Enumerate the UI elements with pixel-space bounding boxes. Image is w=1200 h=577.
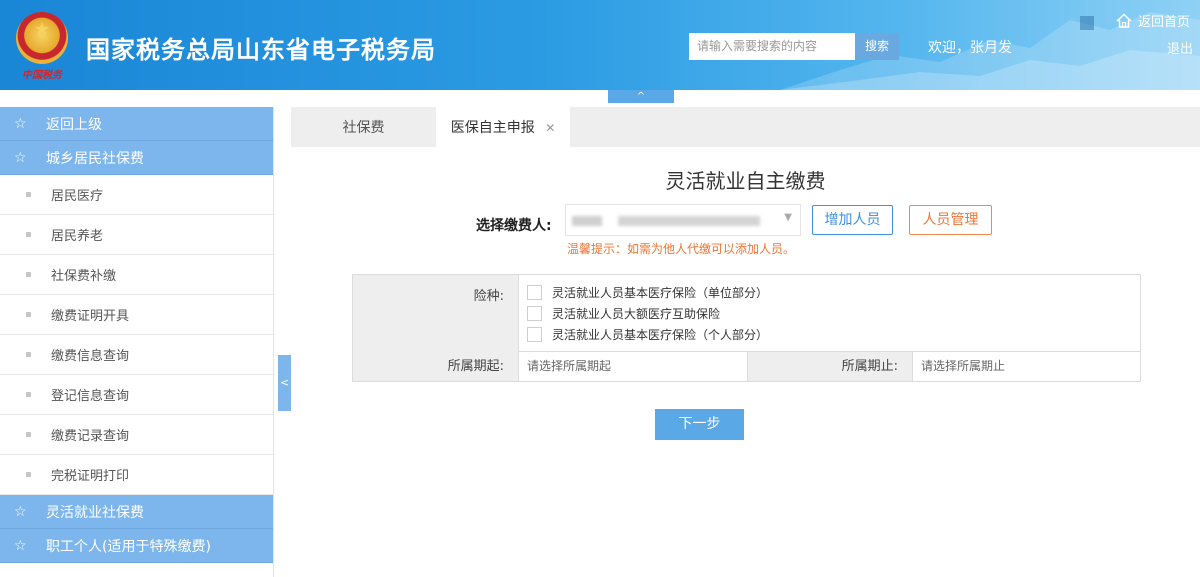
sidebar-group-label: 城乡居民社保费 — [46, 150, 144, 167]
home-icon — [1116, 13, 1132, 28]
sidebar-group-urban-rural[interactable]: ☆ 城乡居民社保费 — [0, 141, 273, 175]
bullet-icon — [26, 232, 31, 237]
sidebar-group-employee-individual[interactable]: ☆ 职工个人(适用于特殊缴费) — [0, 529, 273, 563]
sidebar-item-label: 缴费信息查询 — [51, 349, 130, 364]
period-row: 所属期起: 请选择所属期起 所属期止: 请选择所属期止 — [353, 352, 1140, 381]
tab-bar: 社保费 医保自主申报 ✕ — [291, 107, 1200, 147]
sidebar-item-tax-certificate-print[interactable]: 完税证明打印 — [0, 455, 273, 495]
tab-label: 社保费 — [342, 120, 385, 136]
insurance-option-label: 灵活就业人员基本医疗保险（个人部分） — [552, 327, 769, 342]
home-link-label: 返回首页 — [1138, 15, 1191, 30]
logout-link[interactable]: 退出 — [1167, 38, 1193, 57]
sidebar-back-label: 返回上级 — [46, 116, 102, 133]
hint-text: 温馨提示：如需为他人代缴可以添加人员。 — [567, 242, 796, 256]
sidebar-item-label: 社保费补缴 — [51, 269, 117, 284]
sidebar-item-label: 缴费记录查询 — [51, 429, 130, 444]
star-icon: ☆ — [14, 115, 27, 132]
insurance-option-major-medical[interactable]: 灵活就业人员大额医疗互助保险 — [527, 304, 720, 322]
payer-select[interactable]: ▼ — [565, 204, 801, 236]
bullet-icon — [26, 192, 31, 197]
checkbox[interactable] — [527, 305, 542, 321]
sidebar-item-label: 完税证明打印 — [51, 469, 130, 484]
tab-social-security[interactable]: 社保费 — [291, 107, 436, 147]
sidebar-group-flexible-employment[interactable]: ☆ 灵活就业社保费 — [0, 495, 273, 529]
insurance-option-label: 灵活就业人员基本医疗保险（单位部分） — [552, 285, 769, 300]
close-icon[interactable]: ✕ — [545, 121, 555, 135]
insurance-option-label: 灵活就业人员大额医疗互助保险 — [552, 306, 721, 321]
site-title: 国家税务总局山东省电子税务局 — [86, 36, 436, 64]
sidebar-back-button[interactable]: ☆ 返回上级 — [0, 107, 273, 141]
insurance-type-row: 险种: 灵活就业人员基本医疗保险（单位部分） 灵活就业人员大额医疗互助保险 灵活… — [353, 275, 1140, 352]
next-step-button[interactable]: 下一步 — [655, 409, 744, 440]
redacted-payer-name — [572, 216, 602, 226]
sidebar-group-label: 职工个人(适用于特殊缴费) — [46, 538, 211, 555]
bullet-icon — [26, 272, 31, 277]
chevron-down-icon: ▼ — [784, 212, 792, 223]
add-person-button[interactable]: 增加人员 — [812, 205, 893, 235]
search-button[interactable]: 搜索 — [855, 33, 899, 60]
home-link[interactable]: 返回首页 — [1116, 11, 1190, 30]
brand-sign: 中国税务 — [22, 70, 62, 81]
bullet-icon — [26, 432, 31, 437]
insurance-option-personal-basic[interactable]: 灵活就业人员基本医疗保险（个人部分） — [527, 325, 768, 343]
insurance-form-table: 险种: 灵活就业人员基本医疗保险（单位部分） 灵活就业人员大额医疗互助保险 灵活… — [352, 274, 1141, 382]
sidebar-item-resident-medical[interactable]: 居民医疗 — [0, 175, 273, 215]
star-icon: ☆ — [14, 503, 27, 520]
sidebar-item-payment-certificate[interactable]: 缴费证明开具 — [0, 295, 273, 335]
star-icon: ☆ — [14, 149, 27, 166]
bullet-icon — [26, 352, 31, 357]
period-end-label: 所属期止: — [747, 352, 913, 381]
bullet-icon — [26, 392, 31, 397]
sidebar: ☆ 返回上级 ☆ 城乡居民社保费 居民医疗 居民养老 社保费补缴 缴费证明开具 … — [0, 107, 274, 577]
star-icon: ☆ — [14, 537, 27, 554]
checkbox[interactable] — [527, 284, 542, 300]
page-title: 灵活就业自主缴费 — [665, 169, 826, 193]
sidebar-collapse-toggle[interactable]: < — [278, 355, 291, 411]
tax-emblem-icon: ★ — [16, 12, 68, 64]
payer-label: 选择缴费人: — [476, 218, 552, 234]
sidebar-item-resident-pension[interactable]: 居民养老 — [0, 215, 273, 255]
search-input[interactable]: 请输入需要搜索的内容 — [689, 33, 855, 60]
sidebar-group-label: 灵活就业社保费 — [46, 504, 144, 521]
manage-persons-button[interactable]: 人员管理 — [909, 205, 992, 235]
period-end-input[interactable]: 请选择所属期止 — [913, 352, 1140, 381]
period-start-label: 所属期起: — [353, 352, 519, 381]
sidebar-item-label: 居民医疗 — [51, 189, 104, 204]
redacted-payer-id — [618, 216, 760, 226]
checkbox[interactable] — [527, 326, 542, 342]
sidebar-item-label: 居民养老 — [51, 229, 104, 244]
sidebar-item-supplementary-payment[interactable]: 社保费补缴 — [0, 255, 273, 295]
welcome-text: 欢迎，张月发 — [928, 40, 1012, 56]
sidebar-item-payment-info-query[interactable]: 缴费信息查询 — [0, 335, 273, 375]
sidebar-item-payment-record-query[interactable]: 缴费记录查询 — [0, 415, 273, 455]
sidebar-item-registration-query[interactable]: 登记信息查询 — [0, 375, 273, 415]
header-collapse-toggle[interactable]: ^ — [608, 90, 674, 103]
period-start-input[interactable]: 请选择所属期起 — [519, 352, 747, 381]
bullet-icon — [26, 312, 31, 317]
tab-medical-self-declaration[interactable]: 医保自主申报 ✕ — [436, 107, 570, 147]
tab-label: 医保自主申报 — [450, 120, 535, 136]
header-banner: ★ 中国税务 国家税务总局山东省电子税务局 请输入需要搜索的内容 搜索 欢迎，张… — [0, 0, 1200, 90]
bullet-icon — [26, 472, 31, 477]
insurance-option-unit-basic[interactable]: 灵活就业人员基本医疗保险（单位部分） — [527, 283, 768, 301]
sidebar-item-label: 缴费证明开具 — [51, 309, 130, 324]
main-content: 社保费 医保自主申报 ✕ 灵活就业自主缴费 选择缴费人: ▼ 增加人员 人员管理… — [291, 107, 1200, 577]
insurance-type-label: 险种: — [353, 275, 519, 352]
sidebar-item-label: 登记信息查询 — [51, 389, 130, 404]
